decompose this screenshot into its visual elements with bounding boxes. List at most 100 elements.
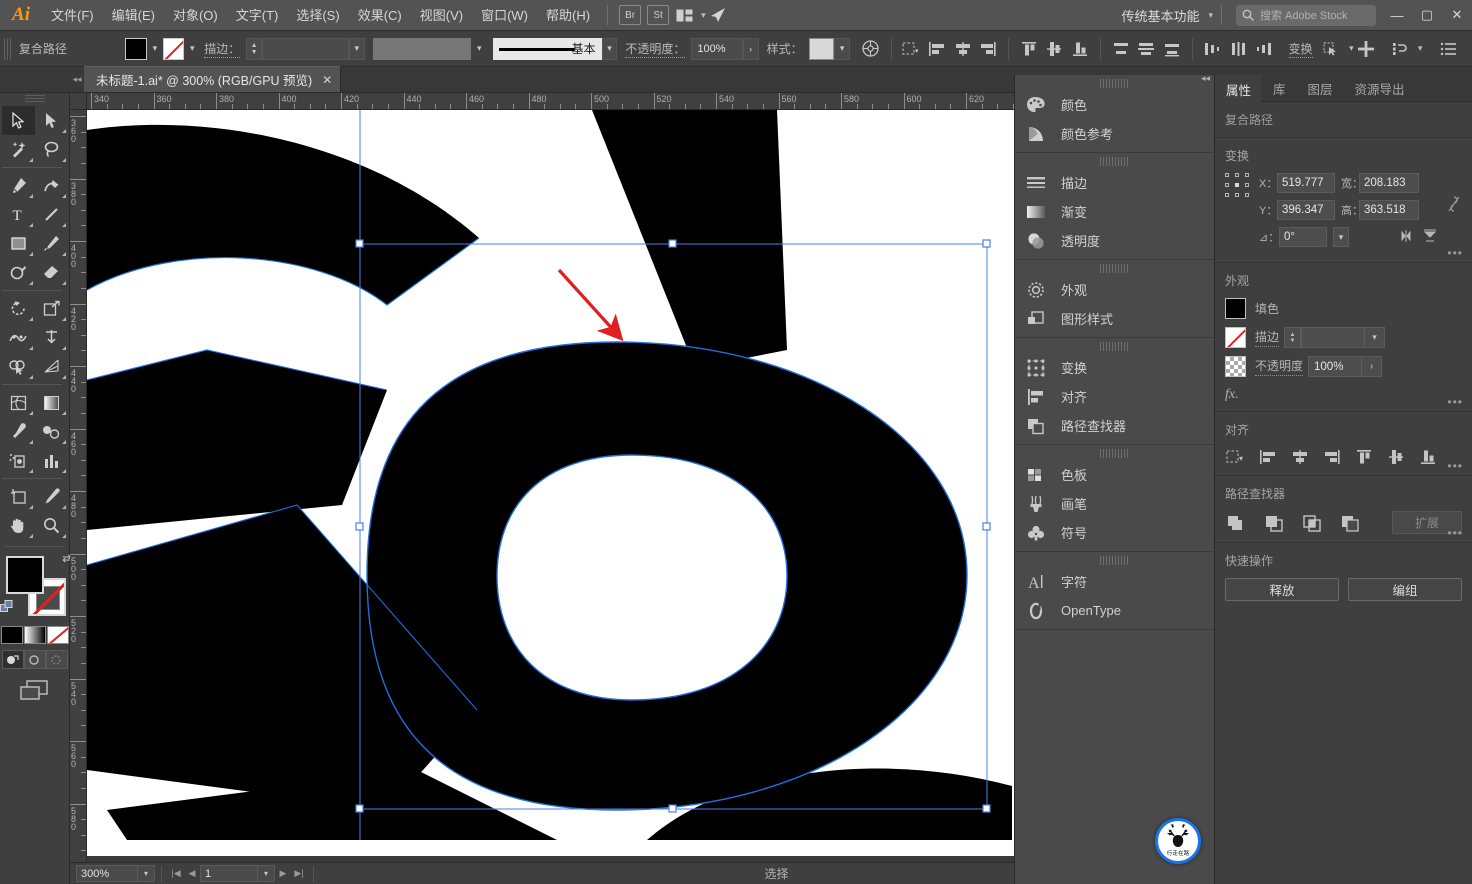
curvature-tool[interactable] <box>35 171 68 200</box>
stock-search-input[interactable]: 搜索 Adobe Stock <box>1236 4 1376 26</box>
appearance-stroke-label[interactable]: 描边 <box>1255 328 1280 347</box>
tools-panel-grip[interactable] <box>24 95 45 104</box>
type-tool[interactable]: T <box>2 200 35 229</box>
pen-tool[interactable] <box>2 171 35 200</box>
fill-chevron-down-icon[interactable]: ▾ <box>147 38 163 60</box>
dock-item-gradient[interactable]: 渐变 <box>1015 197 1214 226</box>
align-top-icon[interactable] <box>1016 37 1042 61</box>
align-left-icon[interactable] <box>924 37 950 61</box>
align-right-icon[interactable] <box>975 37 1001 61</box>
y-input[interactable]: 396.347 <box>1277 200 1335 220</box>
dock-item-pathfinder[interactable]: 路径查找器 <box>1015 411 1214 440</box>
distribute-bottom-icon[interactable] <box>1159 37 1185 61</box>
dock-item-brushes[interactable]: 画笔 <box>1015 489 1214 518</box>
flip-horizontal-icon[interactable] <box>1400 229 1416 246</box>
hand-tool[interactable] <box>2 511 35 540</box>
symbol-sprayer-tool[interactable] <box>2 446 35 475</box>
panel-menu-icon[interactable] <box>1436 37 1462 61</box>
next-artboard-button[interactable]: ▶ <box>275 865 291 882</box>
width-tool[interactable] <box>2 323 35 352</box>
distribute-left-icon[interactable] <box>1200 37 1226 61</box>
vertical-ruler[interactable]: 360380400420440460480500520540560580600 <box>70 110 87 884</box>
align-more-options-icon[interactable]: ••• <box>1447 460 1463 472</box>
brush-chevron-down-icon[interactable]: ▾ <box>601 37 618 60</box>
distribute-right-icon[interactable] <box>1251 37 1277 61</box>
align-middle-vertical-button[interactable] <box>1385 447 1407 467</box>
appearance-opacity-label[interactable]: 不透明度 <box>1255 357 1304 376</box>
constrain-proportions-icon[interactable] <box>1446 173 1462 216</box>
last-artboard-button[interactable]: ▶| <box>291 865 307 882</box>
release-compound-path-button[interactable]: 释放 <box>1225 578 1339 601</box>
menu-object[interactable]: 对象(O) <box>164 0 227 31</box>
fill-swatch[interactable] <box>125 37 147 60</box>
pathfinder-minus-front-button[interactable] <box>1263 512 1285 534</box>
line-segment-tool[interactable] <box>35 200 68 229</box>
free-transform-tool[interactable] <box>35 323 68 352</box>
appearance-stroke-input[interactable] <box>1301 327 1366 348</box>
zoom-level-input[interactable]: 300% <box>76 865 138 882</box>
align-top-button[interactable] <box>1353 447 1375 467</box>
draw-normal-button[interactable] <box>1 650 24 669</box>
tab-libraries[interactable]: 库 <box>1262 75 1297 102</box>
minimize-button[interactable]: — <box>1382 0 1412 31</box>
tab-bar-collapse-icon[interactable]: ◂◂ <box>70 66 84 92</box>
zoom-tool[interactable] <box>35 511 68 540</box>
go-to-stock-icon[interactable] <box>706 4 730 26</box>
menu-view[interactable]: 视图(V) <box>411 0 472 31</box>
screen-mode-button[interactable] <box>19 679 51 706</box>
fill-color-swatch[interactable] <box>5 556 44 594</box>
stock-button[interactable]: St <box>647 5 670 25</box>
bridge-button[interactable]: Br <box>619 5 642 25</box>
artwork-svg[interactable] <box>87 110 1012 840</box>
stroke-weight-input[interactable] <box>262 37 349 60</box>
distribute-center-icon[interactable] <box>1133 37 1159 61</box>
default-fill-stroke-icon[interactable] <box>0 600 16 616</box>
appearance-stroke-stepper[interactable]: ▲ ▼ <box>1284 327 1302 348</box>
dock-item-transform[interactable]: 变换 <box>1015 353 1214 382</box>
perspective-grid-tool[interactable] <box>35 352 68 381</box>
dock-item-stroke[interactable]: 描边 <box>1015 168 1214 197</box>
control-transform-label[interactable]: 变换 <box>1288 40 1313 58</box>
width-input[interactable]: 208.183 <box>1359 173 1419 193</box>
opacity-input[interactable]: 100% <box>691 37 743 60</box>
appearance-more-options-icon[interactable]: ••• <box>1447 396 1463 408</box>
recolor-artwork-icon[interactable] <box>858 37 884 61</box>
artboard-number-input[interactable]: 1 <box>200 865 258 882</box>
zoom-chevron-down-icon[interactable]: ▾ <box>138 865 155 882</box>
dock-item-color-palette[interactable]: 颜色 <box>1015 90 1214 119</box>
align-to-selection-button[interactable]: ▾ <box>1225 447 1247 467</box>
rectangle-tool[interactable] <box>2 229 35 258</box>
snap-to-grid-icon[interactable] <box>1354 37 1380 61</box>
tab-properties[interactable]: 属性 <box>1215 75 1263 102</box>
angle-chevron-down-icon[interactable]: ▾ <box>1333 227 1349 247</box>
eraser-tool[interactable] <box>35 258 68 287</box>
document-tab[interactable]: 未标题-1.ai* @ 300% (RGB/GPU 预览) ✕ <box>84 66 342 92</box>
dock-item-symbols[interactable]: 符号 <box>1015 518 1214 547</box>
graphic-style-swatch[interactable] <box>808 37 835 60</box>
add-effect-button[interactable]: fx. <box>1225 385 1462 403</box>
gradient-tool[interactable] <box>35 388 68 417</box>
close-button[interactable]: ✕ <box>1442 0 1472 31</box>
align-right-button[interactable] <box>1321 447 1343 467</box>
appearance-opacity-expand-icon[interactable]: › <box>1362 356 1383 377</box>
opacity-expand-icon[interactable]: › <box>742 37 759 60</box>
draw-behind-button[interactable] <box>23 650 46 669</box>
control-bar-grip[interactable] <box>4 37 13 60</box>
menu-select[interactable]: 选择(S) <box>287 0 348 31</box>
color-mode-solid[interactable] <box>0 626 23 644</box>
dock-item-align[interactable]: 对齐 <box>1015 382 1214 411</box>
appearance-opacity-input[interactable]: 100% <box>1308 356 1363 377</box>
workspace-chevron-down-icon[interactable]: ▾ <box>1208 10 1213 21</box>
distribute-top-icon[interactable] <box>1108 37 1134 61</box>
align-bottom-button[interactable] <box>1417 447 1439 467</box>
appearance-stroke-swatch[interactable] <box>1225 327 1246 348</box>
variable-width-chevron-down-icon[interactable]: ▾ <box>471 38 487 60</box>
color-mode-gradient[interactable] <box>23 626 46 644</box>
appearance-fill-swatch[interactable] <box>1225 298 1246 319</box>
tab-layers[interactable]: 图层 <box>1297 75 1344 102</box>
dock-item-character[interactable]: A 字符 <box>1015 567 1214 596</box>
shape-builder-tool[interactable] <box>2 352 35 381</box>
height-input[interactable]: 363.518 <box>1359 200 1419 220</box>
dock-collapse-icon[interactable]: ◂◂ <box>1201 73 1210 84</box>
previous-artboard-button[interactable]: ◀ <box>184 865 200 882</box>
